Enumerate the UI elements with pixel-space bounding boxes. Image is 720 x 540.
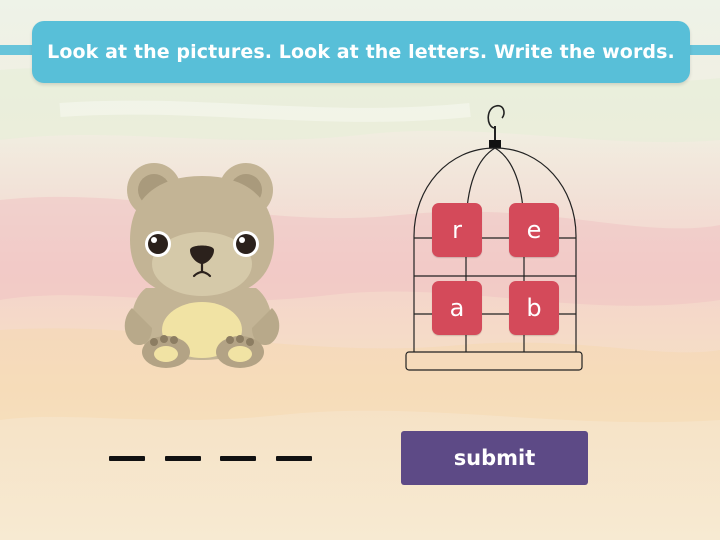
letter-tile-b[interactable]: b: [509, 281, 559, 335]
submit-button[interactable]: submit: [401, 431, 588, 485]
instruction-text: Look at the pictures. Look at the letter…: [47, 41, 675, 63]
bear-icon: [118, 158, 286, 372]
answer-slot-1[interactable]: [109, 456, 145, 461]
answer-slot-4[interactable]: [276, 456, 312, 461]
instruction-banner: Look at the pictures. Look at the letter…: [32, 21, 690, 83]
letter-tile-a[interactable]: a: [432, 281, 482, 335]
answer-slot-3[interactable]: [220, 456, 256, 461]
letter-tile-e[interactable]: e: [509, 203, 559, 257]
letter-tile-r[interactable]: r: [432, 203, 482, 257]
answer-slot-2[interactable]: [165, 456, 201, 461]
